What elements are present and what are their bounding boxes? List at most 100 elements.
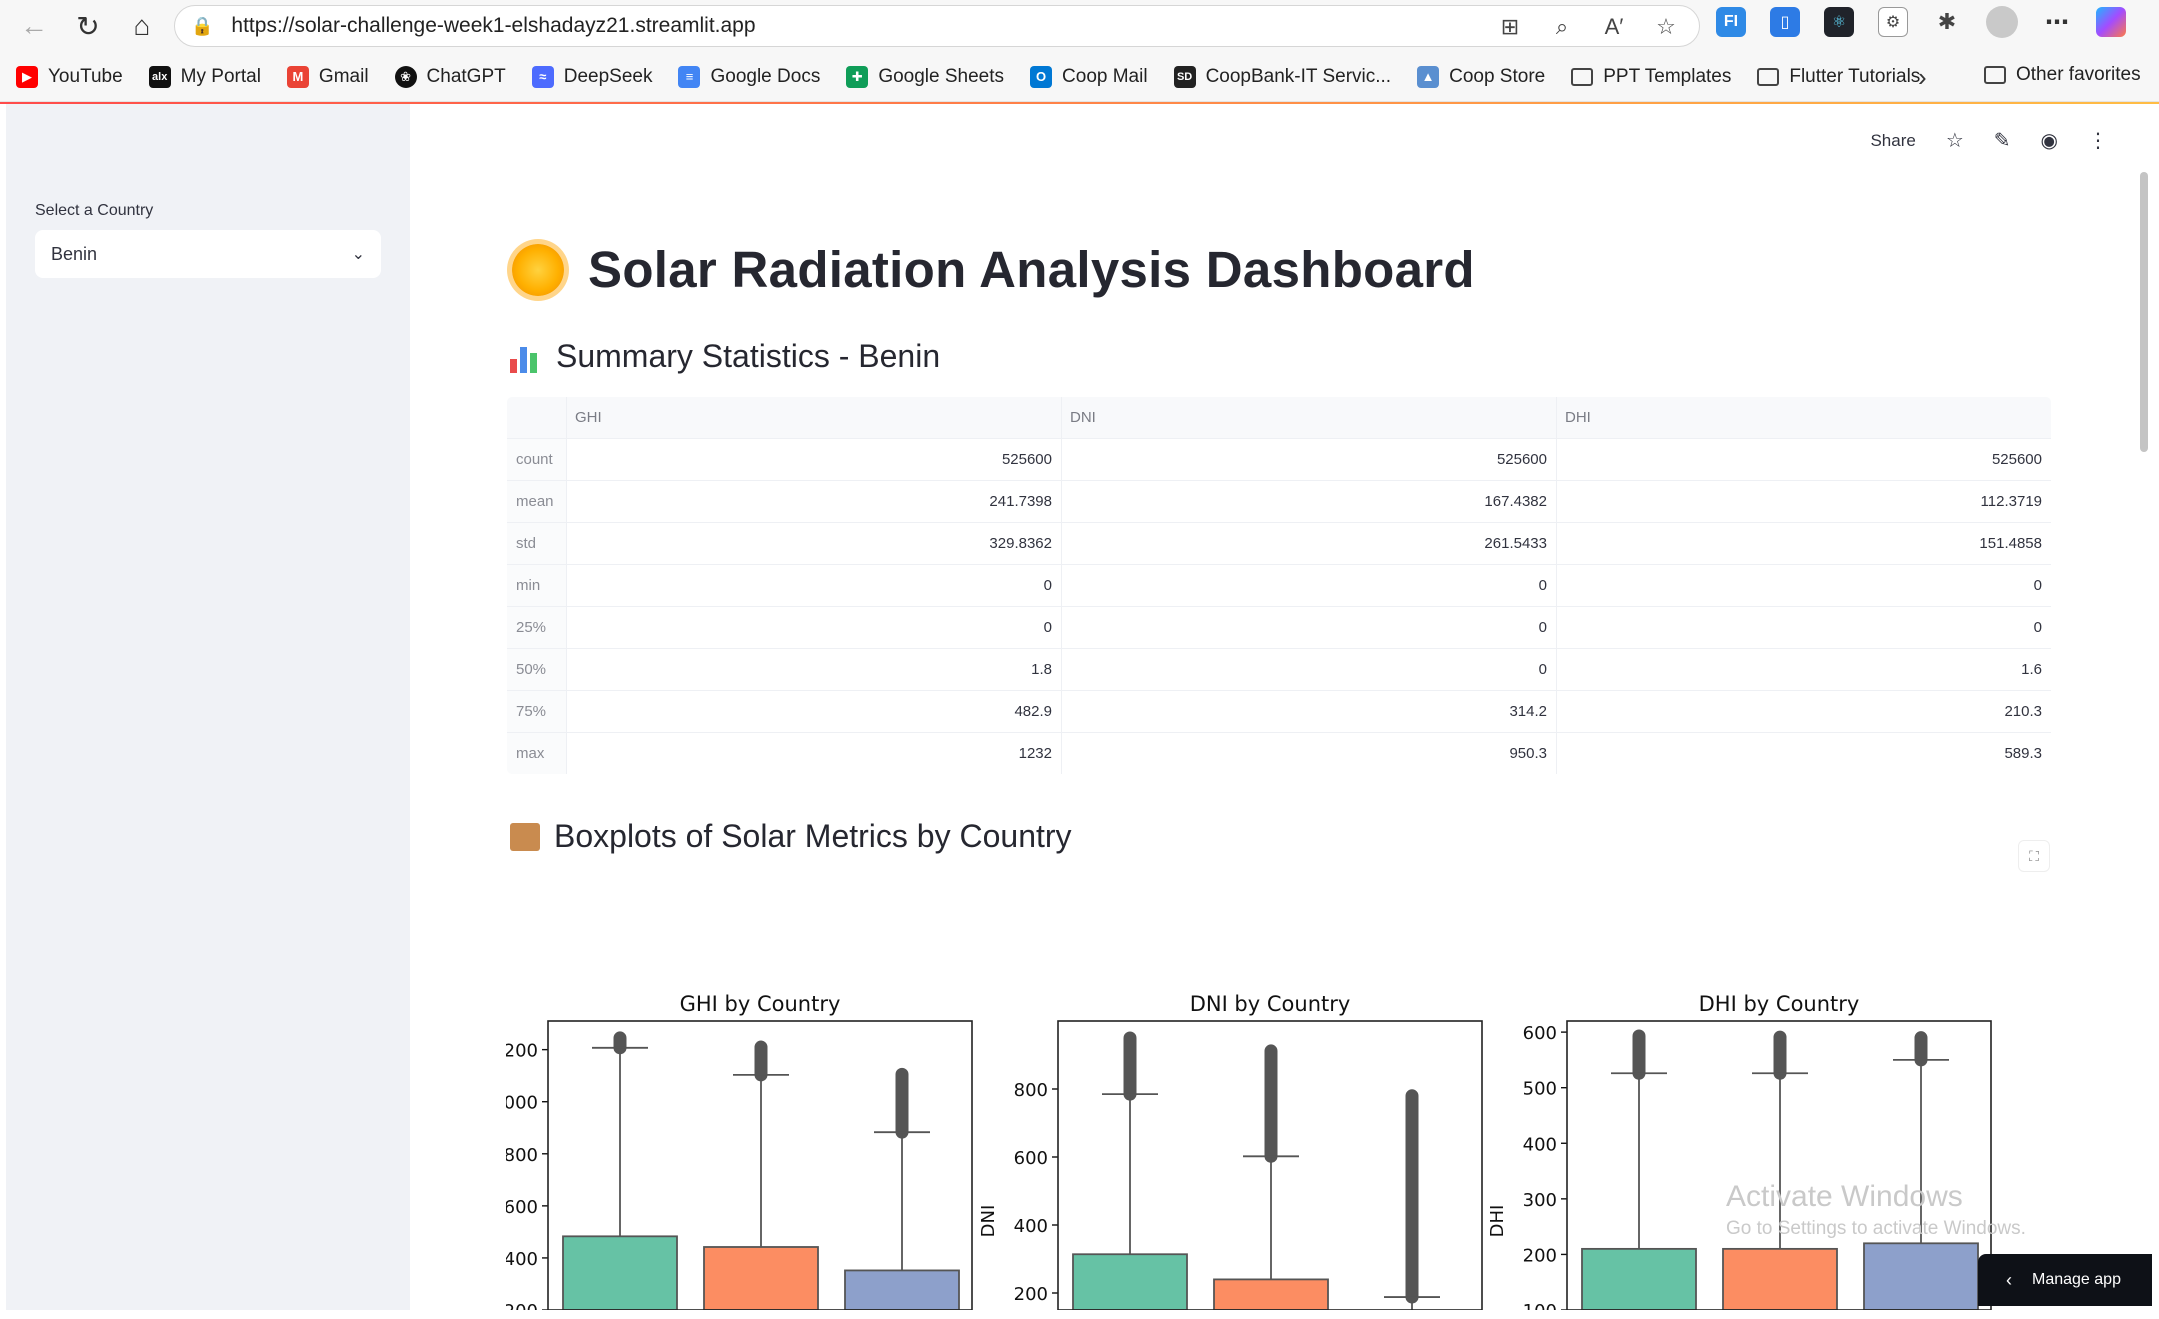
bookmark-chatgpt[interactable]: ❀ ChatGPT [394, 65, 506, 88]
table-cell[interactable]: 0 [1556, 606, 2051, 649]
column-header[interactable]: DNI [1061, 397, 1557, 439]
bookmark-flutter-tutorials[interactable]: Flutter Tutorials [1757, 66, 1920, 88]
home-icon[interactable]: ⌂ [122, 6, 162, 46]
box-rect [844, 1269, 960, 1310]
profile-avatar[interactable] [1986, 6, 2018, 38]
table-cell[interactable]: 261.5433 [1061, 522, 1557, 565]
bookmark-label: PPT Templates [1603, 65, 1732, 87]
extension-gear-icon[interactable]: ⚙ [1878, 7, 1908, 37]
app-header-toolbar: Share ☆ ✎ ◉ ⋮ [1870, 128, 2108, 153]
table-cell[interactable]: 0 [1061, 606, 1557, 649]
github-icon[interactable]: ◉ [2041, 128, 2058, 153]
table-cell[interactable]: 589.3 [1556, 732, 2051, 774]
lock-icon[interactable]: 🔒 [191, 16, 213, 37]
table-cell[interactable]: 1232 [566, 732, 1062, 774]
box-rect [1722, 1247, 1838, 1310]
table-cell[interactable]: 1.8 [566, 648, 1062, 691]
table-cell[interactable]: 0 [1556, 564, 2051, 607]
manage-app-button[interactable]: ‹ Manage app [1978, 1254, 2152, 1306]
column-header[interactable]: DHI [1556, 397, 2051, 439]
table-cell[interactable]: 112.3719 [1556, 480, 2051, 523]
table-cell[interactable]: 525600 [566, 438, 1062, 481]
table-cell[interactable]: 0 [566, 564, 1062, 607]
refresh-icon[interactable]: ↻ [68, 6, 108, 46]
column-header[interactable]: GHI [566, 397, 1062, 439]
table-cell[interactable]: 0 [1061, 564, 1557, 607]
favorite-star-icon[interactable]: ☆ [1651, 12, 1681, 42]
scrollbar[interactable] [2140, 172, 2148, 452]
store-icon: ▲ [1417, 65, 1440, 88]
y-tick-label: 1000 [506, 1093, 538, 1114]
table-cell[interactable]: 482.9 [566, 690, 1062, 733]
y-tick-label: 200 [1014, 1284, 1048, 1305]
table-cell[interactable]: 525600 [1061, 438, 1557, 481]
country-select-label: Select a Country [35, 202, 154, 219]
extension-phone-icon[interactable]: ▯ [1770, 7, 1800, 37]
bookmark-coop-mail[interactable]: O Coop Mail [1030, 65, 1148, 88]
bookmark-deepseek[interactable]: ≈ DeepSeek [531, 65, 652, 88]
other-favorites[interactable]: Other favorites [1984, 64, 2141, 86]
summary-heading-row: Summary Statistics - Benin [510, 338, 940, 375]
youtube-icon: ▶ [16, 65, 38, 88]
table-cell[interactable]: 950.3 [1061, 732, 1557, 774]
table-cell[interactable]: 210.3 [1556, 690, 2051, 733]
edit-pencil-icon[interactable]: ✎ [1994, 128, 2011, 153]
y-tick-label: 1200 [506, 1041, 538, 1062]
sun-icon [512, 243, 564, 296]
copilot-icon[interactable] [2096, 7, 2126, 37]
boxplot-figure: GHI by CountryGHI20040060080010001200DNI… [506, 880, 2056, 1310]
bookmark-gmail[interactable]: M Gmail [286, 65, 369, 88]
bookmark-google-docs[interactable]: ≡ Google Docs [678, 65, 820, 88]
main-content: Share ☆ ✎ ◉ ⋮ Solar Radiation Analysis D… [410, 104, 2148, 1310]
more-menu-icon[interactable]: ⋯ [2042, 7, 2072, 37]
sd-icon: SD [1173, 65, 1196, 88]
table-cell[interactable]: 167.4382 [1061, 480, 1557, 523]
page-title-row: Solar Radiation Analysis Dashboard [512, 240, 1475, 299]
chart-title: DHI by Country [1699, 992, 1860, 1016]
y-tick-label: 400 [1014, 1216, 1048, 1237]
fullscreen-expand-icon[interactable]: ⛶ [2018, 840, 2050, 872]
boxplot-heading-row: Boxplots of Solar Metrics by Country [510, 818, 1072, 855]
bookmark-my-portal[interactable]: alx My Portal [148, 65, 261, 88]
row-index-label: max [507, 732, 567, 774]
table-cell[interactable]: 525600 [1556, 438, 2051, 481]
table-cell[interactable]: 0 [566, 606, 1062, 649]
bar-chart-icon [510, 341, 542, 373]
main-menu-icon[interactable]: ⋮ [2088, 128, 2108, 153]
index-header [507, 397, 567, 439]
table-cell[interactable]: 0 [1061, 648, 1557, 691]
table-cell[interactable]: 151.4858 [1556, 522, 2051, 565]
summary-table[interactable]: GHI DNI DHI count 525600 525600 525600 mean 2… [506, 396, 2052, 775]
country-select[interactable]: Benin ⌄ [35, 230, 381, 278]
bookmark-youtube[interactable]: ▶ YouTube [16, 65, 123, 88]
bookmark-coopbank-it[interactable]: SD CoopBank-IT Servic... [1173, 65, 1391, 88]
table-cell[interactable]: 1.6 [1556, 648, 2051, 691]
share-button[interactable]: Share [1870, 131, 1915, 151]
table-cell[interactable]: 329.8362 [566, 522, 1062, 565]
table-row: min 0 0 0 [507, 564, 2051, 607]
extensions-puzzle-icon[interactable]: ✱ [1932, 7, 1962, 37]
extension-fi-icon[interactable]: FI [1716, 7, 1746, 37]
zoom-icon[interactable]: ⌕ [1547, 12, 1577, 42]
read-aloud-icon[interactable]: A′ [1599, 12, 1629, 42]
bookmark-label: My Portal [180, 65, 261, 87]
boxplot-svg: GHI by CountryGHI20040060080010001200DNI… [506, 992, 1992, 1310]
bookmark-coop-store[interactable]: ▲ Coop Store [1417, 65, 1545, 88]
table-cell[interactable]: 241.7398 [566, 480, 1062, 523]
star-icon[interactable]: ☆ [1946, 128, 1964, 153]
docs-icon: ≡ [678, 65, 701, 88]
table-cell[interactable]: 314.2 [1061, 690, 1557, 733]
bookmark-google-sheets[interactable]: ✚ Google Sheets [846, 65, 1004, 88]
address-bar[interactable]: 🔒 https://solar-challenge-week1-elshaday… [174, 5, 1700, 47]
watermark-line1: Activate Windows [1726, 1180, 1963, 1213]
chevron-down-icon: ⌄ [351, 246, 365, 263]
bookmarks-overflow-chevron-icon[interactable]: › [1918, 62, 1927, 93]
back-arrow-icon[interactable]: ← [14, 6, 54, 46]
bookmark-ppt-templates[interactable]: PPT Templates [1571, 66, 1731, 88]
y-tick-label: 100 [1523, 1301, 1557, 1310]
react-devtools-icon[interactable]: ⚛ [1824, 7, 1854, 37]
chart-title: DNI by Country [1190, 992, 1351, 1016]
apps-icon[interactable]: ⊞ [1495, 12, 1525, 42]
chart-title: GHI by Country [680, 992, 841, 1016]
url-text[interactable]: https://solar-challenge-week1-elshadayz2… [231, 14, 755, 38]
